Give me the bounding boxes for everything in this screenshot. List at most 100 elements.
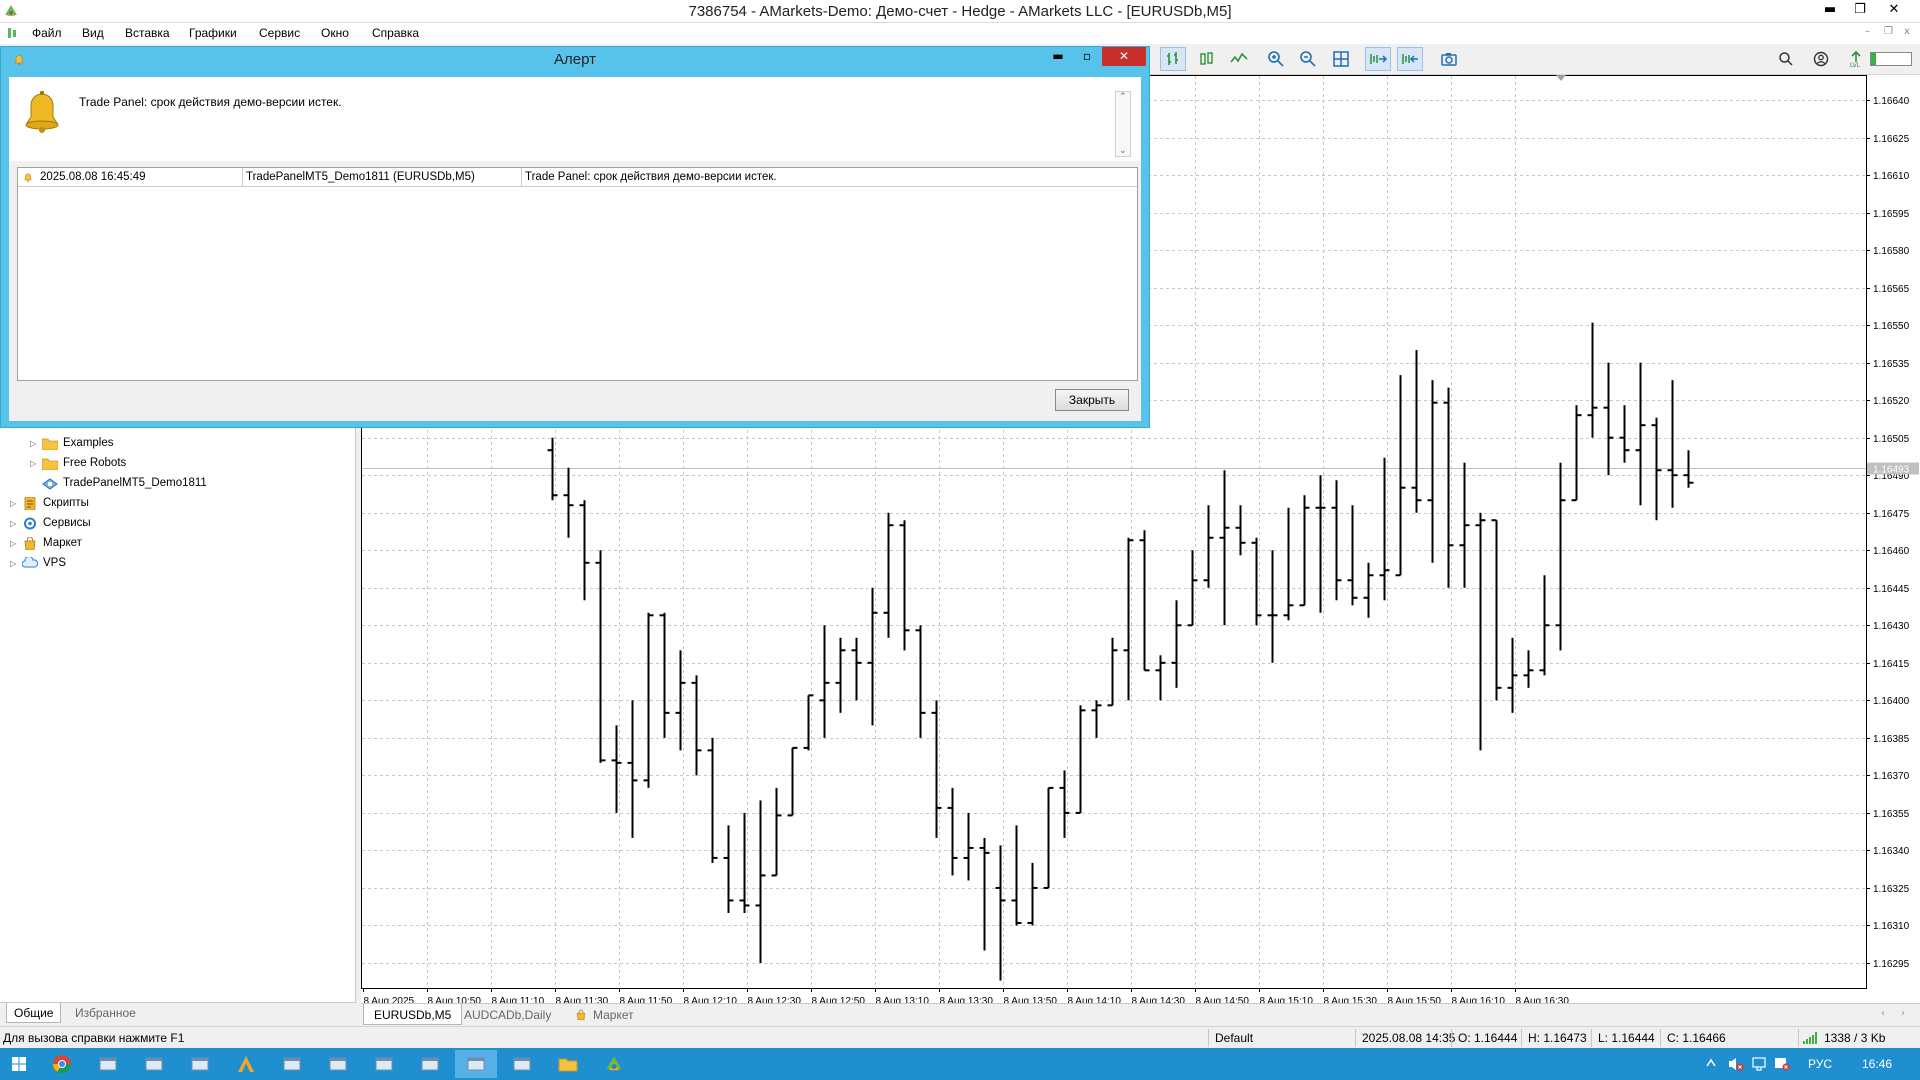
tabs-scroll-left-icon[interactable]: ‹ — [1881, 1008, 1885, 1019]
tree-item-label: TradePanelMT5_Demo1811 — [63, 477, 207, 489]
status-low: L: 1.16444 — [1598, 1031, 1655, 1045]
chart-x-tick-label: 8 Aug 13:50 — [1004, 996, 1058, 1003]
screenshot-button[interactable] — [1436, 47, 1462, 71]
candlestick-button[interactable] — [1194, 47, 1220, 71]
tray-language[interactable]: РУС — [1808, 1057, 1832, 1071]
tree-item-scripts[interactable]: ▷ Скрипты — [10, 494, 89, 512]
menu-tools[interactable]: Сервис — [259, 26, 300, 40]
expand-arrow-icon[interactable]: ▷ — [30, 439, 39, 448]
tree-item-services[interactable]: ▷ Сервисы — [10, 514, 91, 532]
chart-x-tick-label: 8 Aug 14:10 — [1068, 996, 1122, 1003]
taskbar-window[interactable] — [179, 1050, 221, 1078]
volume-muted-icon[interactable] — [1728, 1056, 1744, 1072]
tabs-scroll-right-icon[interactable]: › — [1901, 1008, 1905, 1019]
line-chart-icon — [1230, 52, 1248, 63]
chart-y-tick-label: 1.16520 — [1873, 396, 1910, 407]
expand-arrow-icon[interactable]: ▷ — [10, 519, 19, 528]
expand-arrow-icon[interactable]: ▷ — [30, 459, 39, 468]
alert-message-scrollbar[interactable]: ⌃ ⌄ — [1115, 91, 1131, 157]
minimize-button[interactable]: ▬ — [1816, 0, 1844, 20]
bar-chart-button[interactable] — [1160, 47, 1186, 71]
mdi-minimize-button[interactable]: – — [1865, 26, 1870, 37]
line-chart-button[interactable] — [1226, 47, 1252, 71]
zoom-in-button[interactable] — [1263, 47, 1289, 71]
scroll-down-arrow-icon[interactable]: ⌄ — [1119, 146, 1127, 156]
taskbar-explorer[interactable] — [547, 1050, 589, 1078]
action-center-alert-icon[interactable] — [1774, 1056, 1790, 1072]
ohlc-bar — [1043, 786, 1054, 889]
network-icon[interactable] — [1751, 1056, 1767, 1072]
ohlc-bar — [771, 787, 782, 877]
alert-close-button[interactable]: Закрыть — [1055, 389, 1129, 411]
taskbar-window[interactable] — [317, 1050, 359, 1078]
menu-insert[interactable]: Вставка — [125, 26, 170, 40]
tree-item-label: Free Robots — [63, 457, 127, 469]
taskbar-window[interactable] — [363, 1050, 405, 1078]
menu-file[interactable]: Файл — [32, 26, 62, 40]
tree-item-free-robots[interactable]: ▷ Free Robots — [30, 454, 126, 472]
candlestick-icon — [1200, 52, 1213, 65]
chart-tab-market[interactable]: Маркет — [569, 1004, 644, 1025]
ohlc-bar — [915, 625, 926, 738]
taskbar-amarkets[interactable] — [225, 1050, 267, 1078]
mdi-restore-button[interactable]: ❐ — [1884, 26, 1893, 37]
menu-help[interactable]: Справка — [372, 26, 419, 40]
start-button[interactable] — [0, 1050, 38, 1078]
close-button[interactable]: ✕ — [1880, 0, 1908, 20]
chart-y-tick-label: 1.16475 — [1873, 509, 1910, 520]
taskbar-window[interactable] — [271, 1050, 313, 1078]
tree-item-vps[interactable]: ▷ VPS — [10, 554, 66, 572]
grid-button[interactable] — [1328, 47, 1354, 71]
mdi-close-button[interactable]: x — [1904, 26, 1910, 37]
alert-restore-button[interactable]: ▫ — [1074, 47, 1100, 66]
ohlc-bar — [1267, 550, 1278, 663]
chart-tab-audcad[interactable]: AUDCADb,Daily — [454, 1004, 561, 1025]
chart-x-tick-label: 8 Aug 11:30 — [556, 996, 609, 1003]
tree-item-tradepanel[interactable]: TradePanelMT5_Demo1811 — [39, 474, 207, 492]
expand-arrow-icon[interactable]: ▷ — [10, 539, 19, 548]
chart-tab-eurusd[interactable]: EURUSDb,M5 — [363, 1004, 463, 1025]
svg-text:LVL: LVL — [1850, 62, 1861, 68]
expand-arrow-icon[interactable]: ▷ — [10, 499, 19, 508]
alert-title: Алерт — [554, 51, 596, 68]
menu-window[interactable]: Окно — [321, 26, 349, 40]
tree-item-market[interactable]: ▷ Маркет — [10, 534, 82, 552]
chart-y-tick-label: 1.16415 — [1873, 659, 1910, 670]
search-button[interactable] — [1773, 47, 1799, 71]
taskbar-metatrader[interactable] — [593, 1050, 635, 1078]
taskbar-chrome[interactable] — [41, 1050, 83, 1078]
taskbar-window[interactable] — [87, 1050, 129, 1078]
tab-favorites[interactable]: Избранное — [68, 1003, 143, 1023]
scroll-up-arrow-icon[interactable]: ⌃ — [1119, 92, 1127, 102]
window-icon — [191, 1057, 209, 1071]
chart-x-tick-label: 8 Aug 11:10 — [492, 996, 545, 1003]
tray-expand-icon[interactable] — [1706, 1054, 1716, 1072]
alert-minimize-button[interactable]: ▬ — [1045, 47, 1071, 66]
taskbar-window[interactable] — [501, 1050, 543, 1078]
alert-history-row[interactable]: 2025.08.08 16:45:49 TradePanelMT5_Demo18… — [18, 168, 1137, 187]
alert-close-x-button[interactable]: ✕ — [1102, 47, 1146, 66]
expand-arrow-icon[interactable]: ▷ — [10, 559, 19, 568]
taskbar-window-active[interactable] — [455, 1050, 497, 1078]
tree-item-examples[interactable]: ▷ Examples — [30, 434, 114, 452]
ohlc-bar — [1075, 705, 1086, 814]
ohlc-bar — [787, 746, 798, 817]
chart-x-tick-label: 8 Aug 12:10 — [684, 996, 738, 1003]
tab-common[interactable]: Общие — [6, 1003, 62, 1023]
ohlc-bar — [1667, 380, 1678, 508]
menu-charts[interactable]: Графики — [189, 26, 237, 40]
taskbar-window[interactable] — [409, 1050, 451, 1078]
zoom-out-button[interactable] — [1295, 47, 1321, 71]
auto-scroll-button[interactable] — [1365, 47, 1391, 71]
ohlc-bar — [1555, 462, 1566, 651]
menu-view[interactable]: Вид — [82, 26, 104, 40]
ohlc-bar — [579, 500, 590, 601]
account-button[interactable] — [1808, 47, 1834, 71]
chart-shift-button[interactable] — [1397, 47, 1423, 71]
bar-chart-icon — [1167, 52, 1178, 65]
tray-clock[interactable]: 16:46 — [1862, 1057, 1892, 1071]
signal-level-button[interactable]: LVL — [1843, 47, 1869, 71]
taskbar-window[interactable] — [133, 1050, 175, 1078]
restore-button[interactable]: ❐ — [1846, 0, 1874, 20]
chart-window-icon[interactable] — [6, 26, 20, 40]
